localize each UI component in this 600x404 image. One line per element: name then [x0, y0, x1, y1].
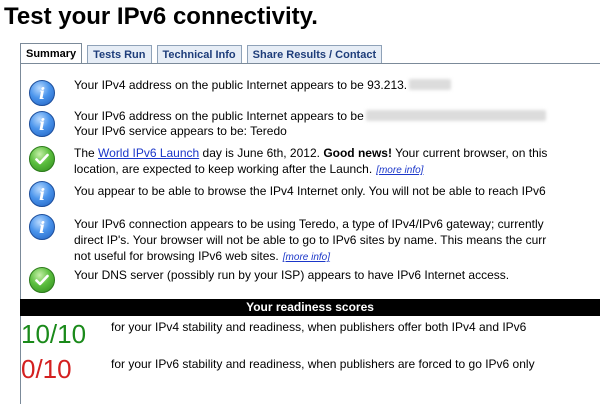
ipv6-address-text: Your IPv6 address on the public Internet… [74, 109, 600, 124]
ipv4-address-text: Your IPv4 address on the public Internet… [74, 78, 600, 93]
launch-text-line2: location, are expected to keep working a… [74, 162, 600, 178]
ipv6-address-label: Your IPv6 address on the public Internet… [74, 109, 364, 123]
teredo-continued: not useful for browsing IPv6 web sites. [74, 249, 279, 263]
redacted-ipv4 [409, 79, 452, 90]
tab-tests-run[interactable]: Tests Run [87, 45, 152, 64]
tab-summary[interactable]: Summary [20, 43, 83, 64]
launch-prefix: The [74, 146, 95, 160]
info-icon: i [29, 80, 55, 106]
info-icon: i [29, 111, 55, 137]
ipv6-score-description: for your IPv6 stability and readiness, w… [111, 357, 535, 371]
page-title: Test your IPv6 connectivity. [4, 3, 318, 30]
more-info-link[interactable]: [more info] [283, 252, 330, 263]
tab-technical-info[interactable]: Technical Info [156, 45, 242, 64]
dns-text: Your DNS server (possibly run by your IS… [74, 268, 510, 282]
good-news-label: Good news! [323, 146, 392, 160]
ipv6-score: 0/10 [21, 354, 72, 384]
ipv4-address-label: Your IPv4 address on the public Internet… [74, 78, 408, 92]
launch-browser-note: Your current browser, on this [395, 146, 548, 160]
ipv4-only-text: You appear to be able to browse the IPv4… [74, 184, 546, 198]
teredo-text-line2: direct IP's. Your browser will not be ab… [74, 233, 547, 247]
launch-continued: location, are expected to keep working a… [74, 162, 373, 176]
tab-share-results-contact[interactable]: Share Results / Contact [246, 45, 383, 64]
check-icon [29, 146, 55, 172]
launch-date: day is June 6th, 2012. [202, 146, 320, 160]
info-icon: i [29, 214, 55, 240]
info-icon: i [29, 181, 55, 207]
redacted-ipv6 [365, 110, 546, 121]
tab-bar: Summary Tests Run Technical Info Share R… [20, 43, 383, 64]
readiness-scores-header: Your readiness scores [20, 299, 600, 316]
ipv4-score-description: for your IPv4 stability and readiness, w… [111, 320, 527, 334]
more-info-link[interactable]: [more info] [376, 165, 423, 176]
check-icon [29, 267, 55, 293]
ipv4-score: 10/10 [21, 319, 87, 349]
ipv6-service-text: Your IPv6 service appears to be: Teredo [74, 124, 287, 138]
teredo-text-line3: not useful for browsing IPv6 web sites. [… [74, 249, 600, 265]
world-ipv6-launch-link[interactable]: World IPv6 Launch [98, 146, 199, 160]
teredo-text-line1: Your IPv6 connection appears to be using… [74, 217, 544, 231]
launch-text: The World IPv6 Launch day is June 6th, 2… [74, 146, 600, 161]
